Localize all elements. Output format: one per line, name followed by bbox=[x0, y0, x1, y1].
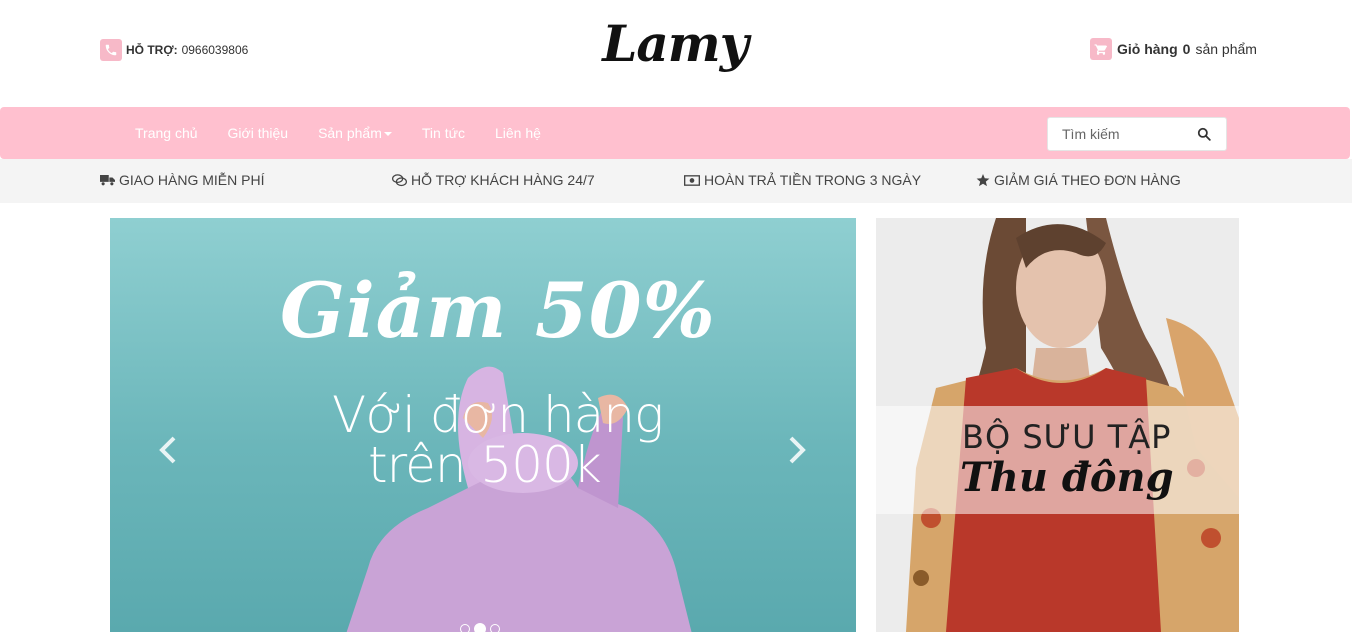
cart-label: Giỏ hàng bbox=[1117, 41, 1178, 57]
slider-dot-2[interactable] bbox=[474, 623, 486, 632]
phone-icon bbox=[100, 39, 122, 61]
hero-slider: Giảm 50% Với đơn hàng trên 500k bbox=[110, 218, 856, 632]
slider-dot-1[interactable] bbox=[460, 624, 470, 632]
star-icon bbox=[976, 173, 990, 186]
search-input[interactable] bbox=[1048, 118, 1182, 150]
slider-next-button[interactable] bbox=[782, 430, 812, 470]
search-box bbox=[1047, 117, 1227, 151]
banner-subtitle: Thu đông bbox=[960, 454, 1174, 501]
chat-icon bbox=[392, 173, 407, 186]
feature-discount: GIẢM GIÁ THEO ĐƠN HÀNG bbox=[976, 172, 1181, 188]
feature-free-shipping: GIAO HÀNG MIỄN PHÍ bbox=[100, 172, 264, 188]
nav-item-contact[interactable]: Liên hệ bbox=[480, 125, 556, 141]
money-icon bbox=[684, 174, 700, 186]
cart-count: 0 bbox=[1182, 41, 1191, 57]
main-navbar: Trang chủ Giới thiệu Sản phẩm Tin tức Li… bbox=[0, 107, 1350, 159]
nav-menu: Trang chủ Giới thiệu Sản phẩm Tin tức Li… bbox=[120, 107, 556, 159]
nav-item-about[interactable]: Giới thiệu bbox=[213, 125, 304, 141]
support-phone[interactable]: 0966039806 bbox=[182, 43, 249, 57]
feature-support: HỖ TRỢ KHÁCH HÀNG 24/7 bbox=[392, 172, 595, 188]
promo-title: Giảm 50% bbox=[280, 266, 716, 355]
feature-label: HOÀN TRẢ TIỀN TRONG 3 NGÀY bbox=[704, 172, 922, 188]
cart-icon bbox=[1090, 38, 1112, 60]
site-logo[interactable]: Lamy bbox=[600, 14, 750, 73]
nav-item-news[interactable]: Tin tức bbox=[407, 125, 480, 141]
site-header: HỖ TRỢ: 0966039806 Lamy Giỏ hàng 0 sản p… bbox=[0, 0, 1352, 107]
feature-label: GIẢM GIÁ THEO ĐƠN HÀNG bbox=[994, 172, 1181, 188]
slider-prev-button[interactable] bbox=[153, 430, 183, 470]
feature-refund: HOÀN TRẢ TIỀN TRONG 3 NGÀY bbox=[684, 172, 921, 188]
support-label: HỖ TRỢ: bbox=[126, 43, 178, 57]
features-strip: GIAO HÀNG MIỄN PHÍ HỖ TRỢ KHÁCH HÀNG 24/… bbox=[0, 159, 1352, 203]
nav-item-home[interactable]: Trang chủ bbox=[120, 125, 213, 141]
search-button[interactable] bbox=[1182, 118, 1226, 150]
collection-banner[interactable]: BỘ SƯU TẬP Thu đông bbox=[876, 218, 1239, 632]
banner-title: BỘ SƯU TẬP bbox=[962, 418, 1172, 456]
promo-line-2: trên 500k bbox=[368, 436, 602, 494]
chevron-right-icon bbox=[789, 436, 806, 464]
chevron-left-icon bbox=[159, 436, 176, 464]
feature-label: HỖ TRỢ KHÁCH HÀNG 24/7 bbox=[411, 172, 595, 188]
cart-suffix: sản phẩm bbox=[1195, 41, 1257, 57]
feature-label: GIAO HÀNG MIỄN PHÍ bbox=[119, 172, 265, 188]
nav-item-products[interactable]: Sản phẩm bbox=[303, 125, 407, 141]
caret-down-icon bbox=[383, 132, 392, 137]
truck-icon bbox=[100, 175, 115, 186]
slider-indicators bbox=[460, 623, 500, 632]
nav-item-products-label: Sản phẩm bbox=[318, 125, 382, 141]
cart-summary[interactable]: Giỏ hàng 0 sản phẩm bbox=[1090, 38, 1257, 60]
support-contact: HỖ TRỢ: 0966039806 bbox=[100, 39, 248, 61]
slider-dot-3[interactable] bbox=[490, 624, 500, 632]
search-icon bbox=[1197, 127, 1211, 141]
